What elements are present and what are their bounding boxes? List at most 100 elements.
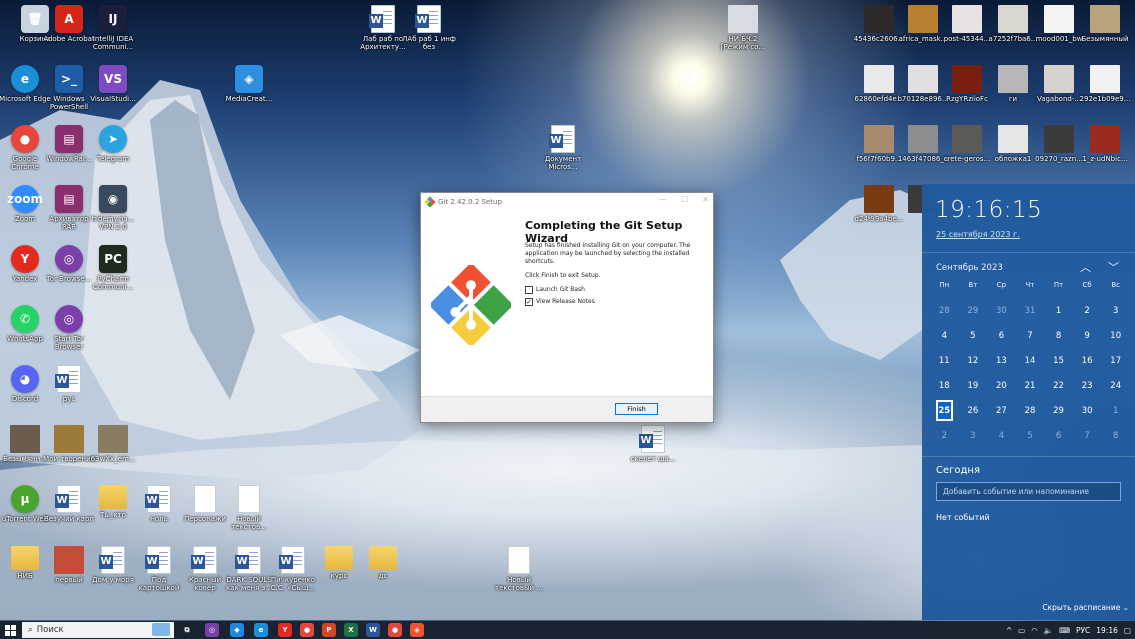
calendar-day-outside[interactable]: 4 [987,423,1016,448]
calendar-day-outside[interactable]: 8 [1101,423,1130,448]
maximize-icon[interactable]: ☐ [681,195,688,204]
excel-taskbar-icon[interactable]: X [344,623,358,637]
calendar-day[interactable]: 20 [987,373,1016,398]
keyboard-icon[interactable]: ⌨ [1059,626,1070,635]
calendar-day-today[interactable]: 25 [936,400,953,421]
desktop-icon[interactable]: VS VisualStudi... [86,65,140,103]
calendar-day[interactable]: 28 [1016,398,1045,423]
taskbar-search[interactable]: ⌕ Поиск [22,622,174,638]
desktop-icon[interactable]: дс [356,546,410,580]
desktop-icon[interactable]: скелет ша... [626,425,680,463]
calendar-day-outside[interactable]: 31 [1016,298,1045,323]
desktop-icon[interactable]: ◉ hidemy.na... VPN 2.0 [86,185,140,231]
calendar-day[interactable]: 2 [1073,298,1102,323]
speaker-icon[interactable]: 🔈 [1044,626,1053,635]
taskbar-clock[interactable]: 19:16 [1096,626,1118,635]
calendar-day[interactable]: 3 [1101,298,1130,323]
calendar-day[interactable]: 10 [1101,323,1130,348]
flyout-date-link[interactable]: 25 сентября 2023 г. [936,230,1020,239]
desktop-icon[interactable]: ◎ Start Tor Browser [42,305,96,351]
calendar-day-outside[interactable]: 28 [930,298,959,323]
desktop-icon[interactable]: ЛАб раб 1 инф без [402,5,456,51]
desktop-icon[interactable]: 292e1b09e9... [1078,65,1132,103]
calendar-day[interactable]: 23 [1073,373,1102,398]
add-event-input[interactable]: Добавить событие или напоминание [936,482,1121,501]
calendar-day[interactable]: 19 [959,373,988,398]
chevron-down-icon[interactable]: ﹀ [1108,259,1119,275]
desktop-icon[interactable]: ◈ MediaCreat... [222,65,276,103]
calendar-day[interactable]: 14 [1016,348,1045,373]
desktop-icon[interactable]: IJ IntelliJ IDEA Communi... [86,5,140,51]
network-icon[interactable]: ◠ [1031,626,1038,635]
view-release-notes-checkbox[interactable]: ✓ View Release Notes [525,298,701,306]
calendar-day[interactable]: 4 [930,323,959,348]
calendar-day[interactable]: 11 [930,348,959,373]
yandex-taskbar-icon[interactable]: Y [278,623,292,637]
chevron-up-icon[interactable]: ^ [1006,626,1012,635]
powerpoint-taskbar-icon[interactable]: P [322,623,336,637]
desktop-icon[interactable]: Документ Micros... [536,125,590,171]
desktop-icon[interactable]: 1_z-udNbic... [1078,125,1132,163]
desktop-icon[interactable]: 63wXx_em... [86,425,140,463]
edge-taskbar-icon[interactable]: e [254,623,268,637]
calendar-day-outside[interactable]: 29 [959,298,988,323]
minimize-icon[interactable]: — [659,195,667,204]
calendar-day[interactable]: 16 [1073,348,1102,373]
desktop-icon[interactable]: рус [42,365,96,403]
calendar-day[interactable]: 17 [1101,348,1130,373]
calendar-day-outside[interactable]: 3 [959,423,988,448]
calendar-day[interactable]: 21 [1016,373,1045,398]
chevron-up-icon[interactable]: ︿ [1080,259,1091,275]
chrome-2-taskbar-icon[interactable]: ● [388,623,402,637]
close-icon[interactable]: ✕ [702,195,709,204]
checkbox-checked-icon[interactable]: ✓ [525,298,533,306]
desktop-icon[interactable]: ➤ Telegram [86,125,140,163]
desktop-icon[interactable]: Новый текстовый ... [492,546,546,592]
calendar-day[interactable]: 7 [1016,323,1045,348]
desktop-icon[interactable]: Новый текстов... [222,485,276,531]
calendar-day[interactable]: 1 [1044,298,1073,323]
calendar-day-outside[interactable]: 7 [1073,423,1102,448]
calendar-day[interactable]: 9 [1073,323,1102,348]
calendar-day[interactable]: 15 [1044,348,1073,373]
desktop-icon[interactable]: PC PyCharm Communi... [86,245,140,291]
calendar-day-outside[interactable]: 1 [1101,398,1130,423]
desktop-icon[interactable]: Безымянный [1078,5,1132,43]
git-taskbar-icon[interactable]: ◈ [410,623,424,637]
calendar-day[interactable]: 8 [1044,323,1073,348]
language-indicator[interactable]: РУС [1076,626,1090,635]
calendar-day[interactable]: 27 [987,398,1016,423]
task-view-taskbar-icon[interactable]: ⧉ [180,623,194,637]
calendar-day[interactable]: 22 [1044,373,1073,398]
start-button[interactable] [0,621,20,639]
calendar-day[interactable]: 30 [1073,398,1102,423]
notifications-icon[interactable]: ▢ [1124,626,1131,635]
image-thumbnail-icon [952,5,982,33]
calendar-day-outside[interactable]: 5 [1016,423,1045,448]
vscode-taskbar-icon[interactable]: ◆ [230,623,244,637]
calendar-day[interactable]: 24 [1101,373,1130,398]
battery-icon[interactable]: ▭ [1018,626,1025,635]
calendar-day[interactable]: 18 [930,373,959,398]
calendar-day-outside[interactable]: 6 [1044,423,1073,448]
hide-schedule-link[interactable]: Скрыть расписание ⌄ [1042,603,1129,612]
desktop-icon[interactable]: НИ БЧ.2 [Режим со... [716,5,770,51]
calendar-day-outside[interactable]: 2 [930,423,959,448]
image-thumbnail-icon [998,5,1028,33]
launch-git-bash-checkbox[interactable]: Launch Git Bash [525,286,701,294]
calendar-day-outside[interactable]: 30 [987,298,1016,323]
tor-taskbar-icon[interactable]: ◎ [205,623,219,637]
chrome-taskbar-icon[interactable]: ● [300,623,314,637]
calendar-day[interactable]: 29 [1044,398,1073,423]
calendar-day[interactable]: 6 [987,323,1016,348]
finish-button[interactable]: Finish [615,403,658,415]
calendar-day[interactable]: 12 [959,348,988,373]
word-taskbar-icon[interactable]: W [366,623,380,637]
month-label[interactable]: Сентябрь 2023 [936,263,1003,273]
image-thumbnail-icon [952,125,982,153]
checkbox-unchecked-icon[interactable] [525,286,533,294]
calendar-day[interactable]: 5 [959,323,988,348]
dialog-titlebar[interactable]: Git 2.42.0.2 Setup — ☐ ✕ [421,193,713,211]
calendar-day[interactable]: 13 [987,348,1016,373]
calendar-day[interactable]: 26 [959,398,988,423]
